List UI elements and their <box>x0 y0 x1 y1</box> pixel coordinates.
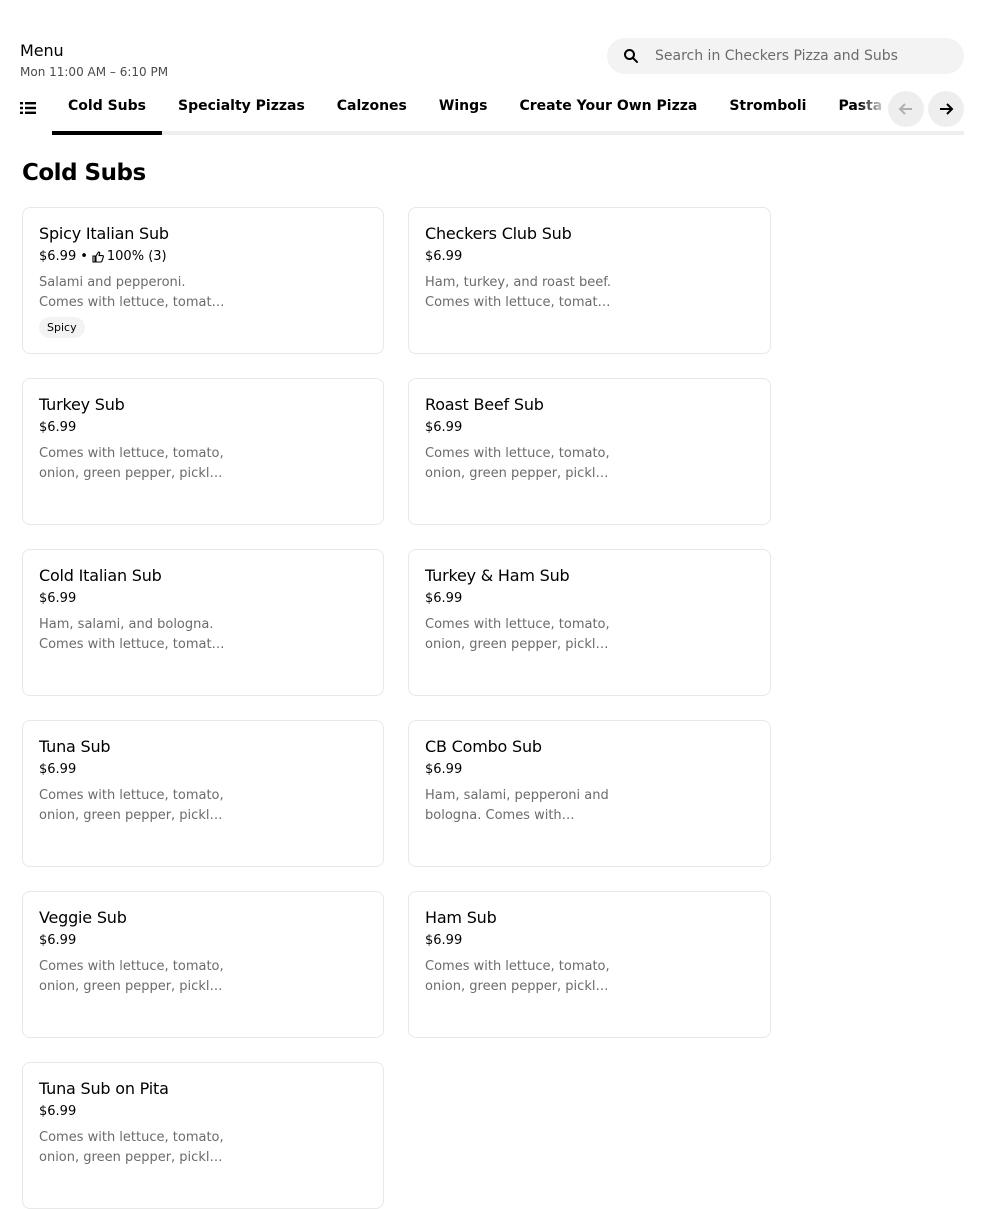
item-description: Salami and pepperoni. Comes with lettuce… <box>39 275 224 310</box>
menu-item-card[interactable]: Checkers Club Sub $6.99 Ham, turkey, and r… <box>408 207 771 354</box>
menu-item-card[interactable]: Veggie Sub $6.99 Comes with lettuce, tomat… <box>22 891 384 1038</box>
item-price: $6.99 <box>425 420 463 435</box>
item-description: Comes with lettuce, tomato, onion, green… <box>425 446 615 481</box>
category-tabs: Cold Subs Specialty Pizzas Calzones Wings Cr… <box>52 88 888 135</box>
menu-item-card[interactable]: Spicy Italian Sub $6.99 • 100% (3) Salami an… <box>22 207 384 354</box>
tab-cold-subs[interactable]: Cold Subs <box>52 88 162 135</box>
menu-title: Menu <box>20 41 64 60</box>
item-price: $6.99 <box>425 762 463 777</box>
item-badge: Spicy <box>39 317 85 338</box>
item-name: Ham Sub <box>425 908 497 927</box>
menu-item-card[interactable]: CB Combo Sub $6.99 Ham, salami, pepperoni … <box>408 720 771 867</box>
item-meta: $6.99 <box>425 762 754 778</box>
item-price: $6.99 <box>39 762 77 777</box>
item-description: Ham, salami, pepperoni and bologna. Come… <box>425 788 609 823</box>
item-description: Comes with lettuce, tomato, onion, green… <box>39 446 229 481</box>
list-icon[interactable] <box>20 100 36 116</box>
item-description: Comes with lettuce, tomato, onion, green… <box>425 617 615 652</box>
item-description: Comes with lettuce, tomato, onion, green… <box>39 1130 229 1165</box>
scroll-left-button[interactable] <box>888 91 924 127</box>
item-meta: $6.99 <box>39 1104 367 1120</box>
arrow-right-icon <box>940 103 954 115</box>
menu-items-grid: Spicy Italian Sub $6.99 • 100% (3) Salami an… <box>22 207 772 1209</box>
item-description: Comes with lettuce, tomato, onion, green… <box>39 788 229 823</box>
item-name: Turkey & Ham Sub <box>425 566 570 585</box>
menu-item-card[interactable]: Turkey & Ham Sub $6.99 Comes with lettuce,… <box>408 549 771 696</box>
item-price: $6.99 <box>39 933 77 948</box>
item-name: Turkey Sub <box>39 395 125 414</box>
menu-hours: Mon 11:00 AM – 6:10 PM <box>20 65 169 79</box>
search-input[interactable] <box>655 38 955 74</box>
item-description: Comes with lettuce, tomato, onion, green… <box>425 959 615 994</box>
tab-wings[interactable]: Wings <box>423 88 504 135</box>
tab-specialty-pizzas[interactable]: Specialty Pizzas <box>162 88 321 135</box>
tab-stromboli[interactable]: Stromboli <box>713 88 822 135</box>
item-name: Veggie Sub <box>39 908 127 927</box>
menu-item-card[interactable]: Cold Italian Sub $6.99 Ham, salami, and bo… <box>22 549 384 696</box>
item-description: Comes with lettuce, tomato, onion, green… <box>39 959 229 994</box>
item-name: Checkers Club Sub <box>425 224 572 243</box>
item-description: Ham, turkey, and roast beef. Comes with … <box>425 275 611 310</box>
item-name: Cold Italian Sub <box>39 566 162 585</box>
item-meta: $6.99 <box>425 420 754 436</box>
item-name: Tuna Sub <box>39 737 111 756</box>
item-meta: $6.99 <box>39 420 367 436</box>
item-price: $6.99 <box>39 591 77 606</box>
tab-create-your-own-pizza[interactable]: Create Your Own Pizza <box>503 88 713 135</box>
menu-item-card[interactable]: Roast Beef Sub $6.99 Comes with lettuce, t… <box>408 378 771 525</box>
item-description: Ham, salami, and bologna. Comes with let… <box>39 617 224 652</box>
item-meta: $6.99 <box>425 933 754 949</box>
item-meta: $6.99 <box>39 762 367 778</box>
section-title: Cold Subs <box>22 160 146 186</box>
tabs-fade <box>858 88 888 131</box>
item-price: $6.99 <box>39 249 77 264</box>
thumbs-up-icon <box>92 251 104 263</box>
item-name: Tuna Sub on Pita <box>39 1079 169 1098</box>
tab-calzones[interactable]: Calzones <box>321 88 423 135</box>
item-meta: $6.99 <box>39 591 367 607</box>
item-price: $6.99 <box>425 249 463 264</box>
item-price: $6.99 <box>425 933 463 948</box>
item-price: $6.99 <box>425 591 463 606</box>
item-price: $6.99 <box>39 420 77 435</box>
meta-separator: • <box>80 249 88 264</box>
item-rating: 100% (3) <box>106 249 167 264</box>
category-tabs-bar: Cold Subs Specialty Pizzas Calzones Wings Cr… <box>20 88 964 135</box>
item-name: Spicy Italian Sub <box>39 224 169 243</box>
menu-header: Menu Mon 11:00 AM – 6:10 PM <box>20 38 964 79</box>
search-bar[interactable] <box>607 38 964 74</box>
item-meta: $6.99 <box>425 249 754 265</box>
item-meta: $6.99 • 100% (3) <box>39 249 367 265</box>
item-name: CB Combo Sub <box>425 737 542 756</box>
item-price: $6.99 <box>39 1104 77 1119</box>
scroll-right-button[interactable] <box>928 91 964 127</box>
menu-item-card[interactable]: Tuna Sub on Pita $6.99 Comes with lettuce,… <box>22 1062 384 1209</box>
item-meta: $6.99 <box>39 933 367 949</box>
menu-item-card[interactable]: Turkey Sub $6.99 Comes with lettuce, tomat… <box>22 378 384 525</box>
menu-item-card[interactable]: Tuna Sub $6.99 Comes with lettuce, tomato,… <box>22 720 384 867</box>
item-name: Roast Beef Sub <box>425 395 544 414</box>
search-icon <box>624 49 638 63</box>
arrow-left-icon <box>898 103 912 115</box>
item-meta: $6.99 <box>425 591 754 607</box>
menu-item-card[interactable]: Ham Sub $6.99 Comes with lettuce, tomato, … <box>408 891 771 1038</box>
